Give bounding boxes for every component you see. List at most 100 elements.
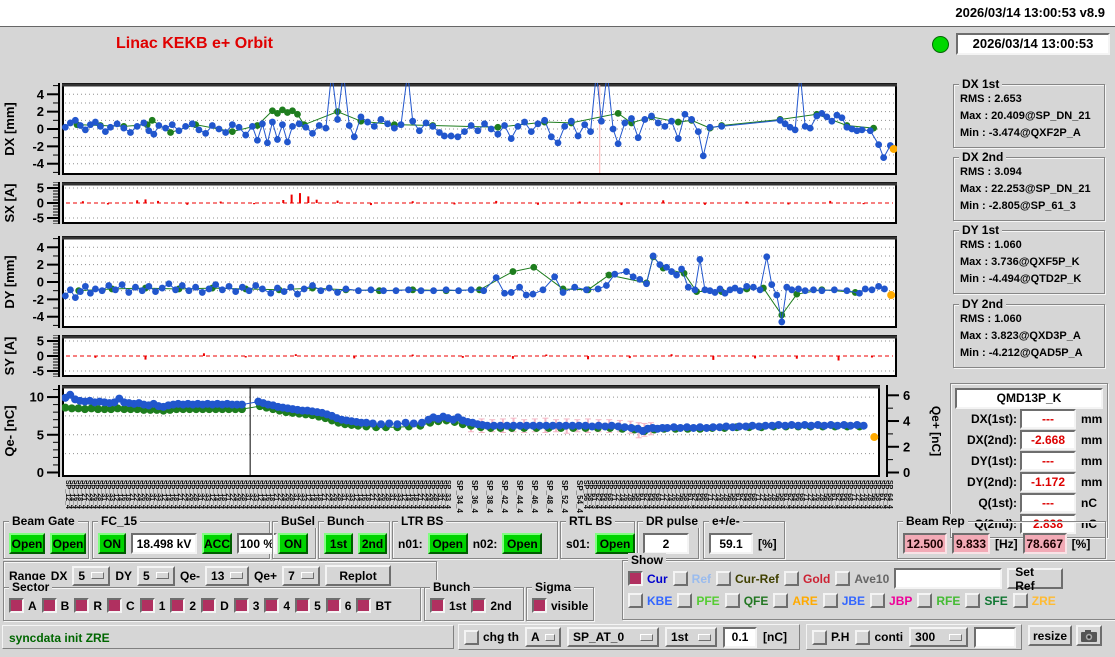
checkbox-icon	[532, 598, 547, 613]
bpm-label: SP_52_4	[560, 480, 569, 513]
threshold-chg-th-checkbox[interactable]: chg th	[464, 629, 519, 645]
sector-6-checkbox[interactable]: 6	[325, 598, 352, 613]
bunch-2nd-checkbox[interactable]: 2nd	[471, 598, 512, 613]
svg-text:-4: -4	[32, 156, 44, 171]
camera-button[interactable]	[1076, 625, 1102, 646]
dr-pulse-2-field[interactable]: 2	[643, 533, 689, 554]
range-5-dropdown[interactable]: 5	[72, 565, 111, 586]
group-bunch-title: Bunch	[430, 580, 474, 594]
show-jbp-checkbox-label: JBP	[889, 593, 913, 608]
stats-row: Max : 20.409@SP_DN_21	[960, 110, 1091, 122]
svg-text:0: 0	[37, 122, 44, 137]
e-ratio-59-1-field[interactable]: 59.1	[709, 533, 753, 554]
dropdown-indicator-icon	[640, 633, 653, 641]
plot-dx[interactable]	[62, 83, 897, 175]
show-pfe-checkbox[interactable]: PFE	[677, 593, 720, 608]
fc-15-on-button[interactable]: ON	[98, 533, 126, 554]
range-label-dx: DX	[50, 568, 68, 583]
show-set-ref-button[interactable]: Set Ref	[1007, 565, 1064, 593]
ltr-bs-open-button[interactable]: Open	[502, 533, 543, 554]
beam-gate-open-button[interactable]: Open	[50, 533, 86, 554]
sector-1-checkbox[interactable]: 1	[139, 598, 165, 613]
bunch-gate-1st-button[interactable]: 1st	[324, 533, 353, 554]
axis-sy: SY [A] 50-5	[2, 335, 60, 377]
sector-6-checkbox-label: 6	[344, 598, 352, 613]
sector-a-checkbox[interactable]: A	[9, 598, 37, 613]
busel-on-button[interactable]: ON	[278, 533, 308, 554]
bunch-1st-checkbox[interactable]: 1st	[430, 598, 466, 613]
svg-text:0: 0	[37, 349, 44, 364]
sigma-visible-checkbox[interactable]: visible	[532, 598, 588, 613]
acquisition-input-input[interactable]	[974, 626, 1016, 648]
sector-b-checkbox[interactable]: B	[41, 598, 69, 613]
threshold-sp-at-0-dropdown[interactable]: SP_AT_0	[567, 627, 659, 647]
show-jbp-checkbox[interactable]: JBP	[870, 593, 912, 608]
range-5-dropdown[interactable]: 5	[137, 565, 176, 586]
dropdown-indicator-icon	[91, 572, 105, 579]
bpm-label: SP_36_4	[470, 480, 479, 513]
plot-sx[interactable]	[62, 182, 897, 224]
bunch-1st-checkbox-label: 1st	[449, 598, 467, 613]
show-cur-ref-checkbox[interactable]: Cur-Ref	[716, 571, 779, 586]
acquisition-p-h-checkbox[interactable]: P.H	[812, 629, 849, 645]
group-fc-15: FC_15 ON 18.498 kV ACC 100 %	[92, 514, 277, 559]
show-kbe-checkbox[interactable]: KBE	[628, 593, 672, 608]
bpm-label: SP_42_4	[500, 480, 509, 513]
acquisition-300-dropdown[interactable]: 300	[909, 627, 969, 647]
range-13-dropdown[interactable]: 13	[205, 565, 250, 586]
group-sigma: Sigma visible	[526, 580, 594, 621]
stats-panel-title: DY 1st	[959, 223, 1003, 237]
svg-text:SY [A]: SY [A]	[2, 337, 17, 376]
resize-button[interactable]: resize	[1028, 625, 1072, 646]
checkbox-icon	[835, 571, 851, 586]
monitor-row-unit: nC	[1081, 496, 1097, 510]
plot-sy[interactable]	[62, 335, 897, 377]
show-are-checkbox[interactable]: ARE	[773, 593, 818, 608]
fc-15-100-field[interactable]: 100 %	[237, 533, 277, 554]
sector-c-checkbox[interactable]: C	[107, 598, 135, 613]
range-7-dropdown[interactable]: 7	[282, 565, 321, 586]
show-zre-checkbox[interactable]: ZRE	[1012, 593, 1056, 608]
monitor-row: Q(1st): --- nC	[953, 493, 1103, 513]
sector-d-checkbox[interactable]: D	[201, 598, 229, 613]
threshold-0-1-input[interactable]: 0.1	[723, 626, 757, 648]
show-sfe-checkbox[interactable]: SFE	[965, 593, 1008, 608]
bunch-gate-2nd-button[interactable]: 2nd	[358, 533, 387, 554]
show-gold-checkbox[interactable]: Gold	[784, 571, 830, 586]
threshold-a-dropdown[interactable]: A	[525, 627, 561, 647]
acquisition-conti-checkbox[interactable]: conti	[855, 629, 903, 645]
fc-15-18-498-kv-field[interactable]: 18.498 kV	[131, 533, 197, 554]
bpm-label: SP_33_4	[444, 480, 451, 509]
sector-bt-checkbox-label: BT	[375, 598, 392, 613]
svg-text:0: 0	[37, 465, 44, 477]
plot-qe[interactable]	[62, 385, 880, 477]
threshold-1st-dropdown[interactable]: 1st	[665, 627, 717, 647]
show-cur-checkbox[interactable]: Cur	[628, 571, 668, 586]
sector-r-checkbox[interactable]: R	[74, 598, 102, 613]
checkbox-icon	[724, 593, 740, 608]
show-input-input[interactable]	[894, 568, 1003, 589]
plot-dy[interactable]	[62, 236, 897, 328]
beam-gate-open-button[interactable]: Open	[9, 533, 45, 554]
show-cur-checkbox-label: Cur	[647, 571, 668, 586]
group-fc-15-title: FC_15	[98, 514, 141, 528]
ltr-bs-open-button[interactable]: Open	[427, 533, 468, 554]
show-ave10-checkbox[interactable]: Ave10	[835, 571, 889, 586]
show-jbe-checkbox[interactable]: JBE	[822, 593, 865, 608]
sector-5-checkbox[interactable]: 5	[295, 598, 321, 613]
svg-text:DY [mm]: DY [mm]	[2, 255, 17, 308]
show-ref-checkbox[interactable]: Ref	[672, 571, 711, 586]
svg-text:SX [A]: SX [A]	[2, 184, 17, 223]
sector-bt-checkbox[interactable]: BT	[356, 598, 391, 613]
fc-15-acc-button[interactable]: ACC	[202, 533, 232, 554]
sector-4-checkbox[interactable]: 4	[264, 598, 290, 613]
svg-text:2: 2	[903, 439, 910, 454]
monitor-name[interactable]: QMD13P_K	[955, 388, 1103, 409]
rtl-bs-open-button[interactable]: Open	[595, 533, 636, 554]
sector-3-checkbox[interactable]: 3	[233, 598, 259, 613]
sector-2-checkbox[interactable]: 2	[170, 598, 196, 613]
show-rfe-checkbox[interactable]: RFE	[917, 593, 960, 608]
show-qfe-checkbox[interactable]: QFE	[724, 593, 768, 608]
range-replot-button[interactable]: Replot	[325, 565, 392, 586]
svg-text:Qe- [nC]: Qe- [nC]	[2, 405, 17, 456]
